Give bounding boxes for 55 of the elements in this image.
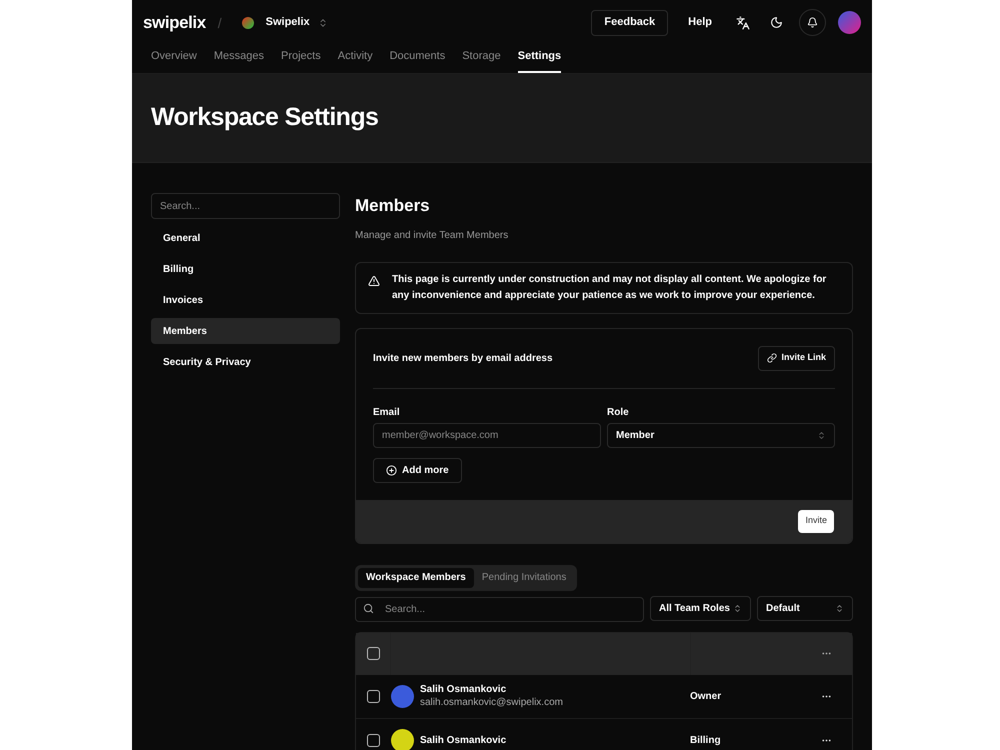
feedback-button[interactable]: Feedback bbox=[591, 10, 668, 36]
nav-tab[interactable]: Storage bbox=[462, 48, 501, 73]
checkbox[interactable] bbox=[367, 690, 380, 702]
sidebar-search-field[interactable]: Search... bbox=[151, 193, 340, 219]
help-button[interactable]: Help bbox=[680, 14, 720, 31]
sidebar-item[interactable]: Invoices bbox=[151, 287, 340, 313]
logo: swipelix bbox=[143, 12, 206, 34]
member-name: Salih Osmankovic bbox=[420, 734, 508, 746]
checkbox[interactable] bbox=[366, 647, 380, 660]
nav-tab[interactable]: Activity bbox=[338, 48, 373, 73]
workspace-switcher[interactable]: Swipelix bbox=[266, 14, 328, 31]
email-field[interactable]: member@workspace.com bbox=[373, 422, 601, 448]
email-label: Email bbox=[373, 406, 401, 420]
member-tab[interactable]: Workspace Members bbox=[358, 568, 474, 588]
notice-text: This page is currently under construction and may not display all content. We apologize for any inconvenience and appreciate your patience as we work to improve your experience. bbox=[392, 272, 828, 302]
role-label: Role bbox=[607, 406, 630, 420]
nav-tab[interactable]: Projects bbox=[280, 48, 321, 73]
invite-button[interactable]: Invite bbox=[798, 510, 834, 532]
member-search-field[interactable]: Search... bbox=[355, 596, 644, 622]
member-name: Salih Osmankovic bbox=[420, 683, 508, 696]
moon-icon[interactable] bbox=[770, 16, 783, 29]
member-email: salih.osmankovic@swipelix.com bbox=[420, 696, 564, 709]
nav-tab[interactable]: Documents bbox=[390, 48, 446, 73]
plus-circle-icon bbox=[386, 464, 397, 476]
checkbox[interactable] bbox=[367, 734, 380, 746]
nav-tab[interactable]: Overview bbox=[151, 48, 197, 73]
sort-select[interactable]: Default bbox=[757, 596, 853, 620]
role-select[interactable]: Member bbox=[607, 422, 835, 448]
bell-icon bbox=[807, 17, 818, 28]
search-icon bbox=[363, 602, 374, 614]
member-role: Billing bbox=[689, 734, 722, 748]
sidebar-item[interactable]: Security & Privacy bbox=[151, 349, 340, 375]
section-title: Members bbox=[355, 195, 431, 217]
roles-filter[interactable]: All Team Roles bbox=[650, 596, 751, 620]
sidebar-item[interactable]: Billing bbox=[151, 256, 340, 282]
page-title: Workspace Settings bbox=[151, 102, 378, 134]
sidebar-item[interactable]: General bbox=[151, 225, 340, 251]
add-more-button[interactable]: Add more bbox=[373, 458, 462, 482]
member-tab[interactable]: Pending Invitations bbox=[474, 568, 574, 588]
invite-link-button[interactable]: Invite Link bbox=[758, 346, 835, 370]
member-role: Owner bbox=[689, 690, 722, 704]
nav-tab[interactable]: Messages bbox=[214, 48, 264, 73]
chevrons-icon bbox=[733, 604, 742, 612]
chevrons-icon bbox=[318, 18, 328, 28]
translate-icon[interactable] bbox=[736, 16, 750, 30]
chevrons-icon bbox=[817, 430, 826, 440]
section-subtitle: Manage and invite Team Members bbox=[355, 228, 510, 242]
sidebar-item[interactable]: Members bbox=[151, 318, 340, 344]
notifications-button[interactable] bbox=[799, 9, 826, 36]
warning-icon bbox=[368, 274, 380, 286]
invite-heading: Invite new members by email address bbox=[373, 352, 553, 366]
breadcrumb-separator: / bbox=[218, 14, 222, 32]
link-icon bbox=[767, 353, 778, 363]
chevrons-icon bbox=[835, 604, 844, 612]
user-avatar[interactable] bbox=[838, 11, 861, 34]
